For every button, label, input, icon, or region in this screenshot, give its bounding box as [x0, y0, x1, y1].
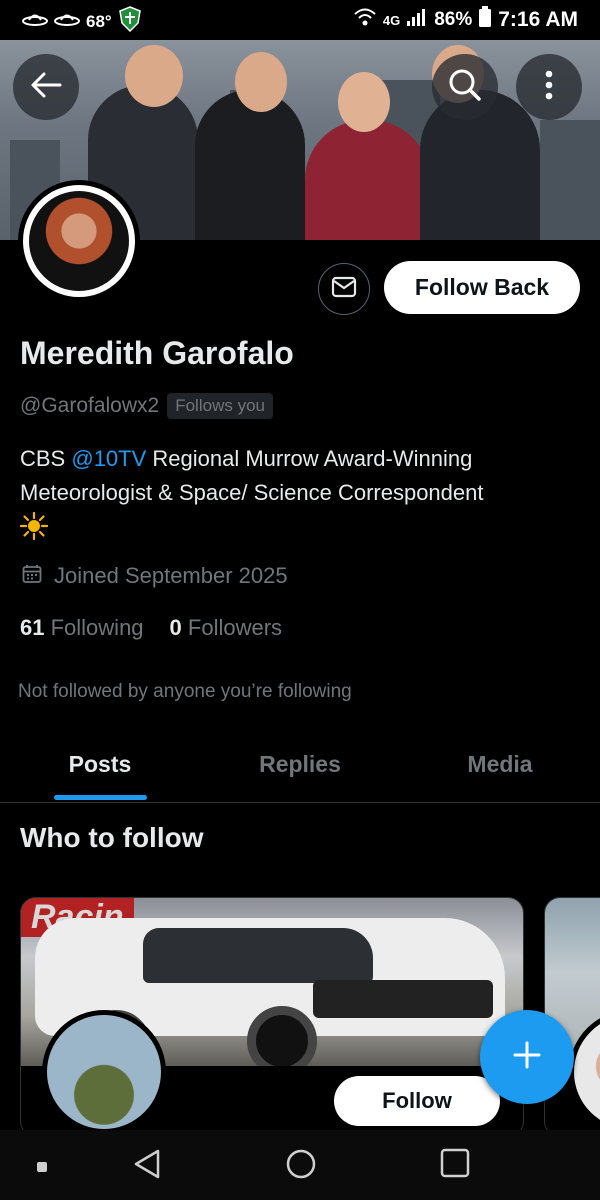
nav-back-button[interactable]	[132, 1148, 162, 1185]
who-to-follow-title: Who to follow	[20, 822, 204, 853]
arrow-left-icon	[30, 71, 62, 104]
active-tab-indicator	[54, 795, 147, 800]
nav-home-button[interactable]	[285, 1148, 317, 1185]
small-square-button[interactable]	[36, 1160, 48, 1178]
sun-emoji-icon	[19, 511, 49, 541]
following-link[interactable]: 61 Following	[20, 615, 144, 641]
profile-bio: CBS @10TV Regional Murrow Award-Winning …	[20, 442, 580, 510]
battery-percent: 86%	[434, 9, 473, 30]
follow-counts: 61 Following 0 Followers	[20, 615, 282, 641]
bio-text: CBS	[20, 446, 72, 471]
search-icon	[448, 68, 482, 107]
search-button[interactable]	[432, 54, 498, 120]
temperature: 68°	[86, 12, 112, 31]
not-followed-text: Not followed by anyone you’re following	[18, 681, 352, 702]
plus-icon	[512, 1040, 542, 1075]
tab-posts[interactable]: Posts	[0, 733, 200, 802]
following-label: Following	[50, 615, 144, 640]
status-bar: 68° 4G 86% 7:16 AM	[0, 0, 600, 40]
ufo-notification-icon	[22, 9, 48, 35]
envelope-icon	[331, 276, 357, 303]
tab-media[interactable]: Media	[400, 733, 600, 802]
dot-square-icon	[36, 1160, 48, 1177]
circle-home-icon	[285, 1149, 317, 1184]
profile-tabs: Posts Replies Media	[0, 733, 600, 803]
bio-mention-link[interactable]: @10TV	[71, 446, 146, 471]
square-recents-icon	[440, 1148, 470, 1182]
follow-back-button[interactable]: Follow Back	[384, 261, 580, 314]
more-options-button[interactable]	[516, 54, 582, 120]
suggestion-avatar[interactable]	[42, 1010, 166, 1134]
profile-handle: @Garofalowx2	[20, 394, 160, 417]
ufo-notification-icon	[54, 9, 80, 35]
joined-date: Joined September 2025	[54, 563, 288, 588]
followers-label: Followers	[187, 615, 283, 640]
tab-replies[interactable]: Replies	[200, 733, 400, 802]
followers-link[interactable]: 0 Followers	[170, 615, 283, 641]
signal-icon	[406, 7, 428, 33]
suggestion-card[interactable]: Racin Follow	[20, 897, 524, 1137]
system-navigation-bar	[0, 1130, 600, 1200]
handle-row: @Garofalowx2 Follows you	[20, 393, 273, 419]
triangle-back-icon	[132, 1149, 162, 1184]
back-button[interactable]	[13, 54, 79, 120]
wifi-icon	[353, 7, 377, 33]
battery-icon	[478, 6, 492, 34]
shield-icon	[118, 6, 142, 38]
calendar-icon	[22, 564, 42, 589]
following-count: 61	[20, 615, 45, 640]
joined-row: Joined September 2025	[22, 563, 288, 589]
follows-you-badge: Follows you	[167, 393, 273, 419]
followers-count: 0	[169, 615, 182, 640]
profile-avatar[interactable]	[18, 180, 140, 302]
nav-recents-button[interactable]	[440, 1148, 470, 1183]
message-button[interactable]	[318, 263, 370, 315]
follow-button[interactable]: Follow	[334, 1076, 500, 1126]
more-vertical-icon	[545, 70, 553, 105]
network-type: 4G	[382, 12, 401, 28]
compose-button[interactable]	[480, 1010, 574, 1104]
clock: 7:16 AM	[498, 8, 578, 31]
profile-name: Meredith Garofalo	[20, 335, 294, 371]
